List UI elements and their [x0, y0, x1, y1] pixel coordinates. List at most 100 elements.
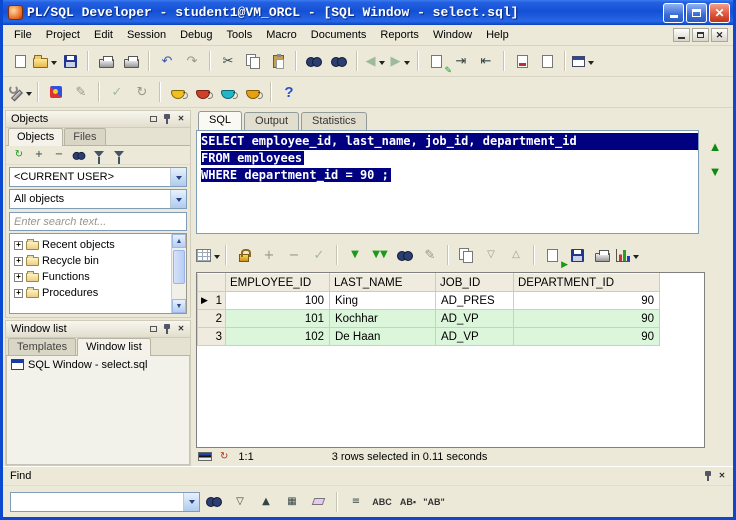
- mdi-close-button[interactable]: ✕: [711, 28, 728, 42]
- unindent-button[interactable]: ⇤: [474, 49, 498, 73]
- scrollbar-track[interactable]: [172, 248, 186, 299]
- cell-job-id[interactable]: AD_PRES: [435, 291, 514, 310]
- fetch-last-page-button[interactable]: ▼▼: [368, 243, 392, 267]
- cell-last-name[interactable]: De Haan: [329, 327, 436, 346]
- find-previous-button[interactable]: ▲: [254, 490, 278, 514]
- find-next-button[interactable]: ▽: [228, 490, 252, 514]
- insert-row-button[interactable]: +: [257, 243, 281, 267]
- find-in-results-button[interactable]: [393, 243, 417, 267]
- collapse-button[interactable]: −: [50, 147, 68, 163]
- connect-button[interactable]: [166, 80, 190, 104]
- row-selector-cell[interactable]: ▶ 1: [197, 291, 226, 310]
- disconnect-button[interactable]: [191, 80, 215, 104]
- dropdown-arrow-icon[interactable]: [183, 492, 199, 511]
- column-header-job-id[interactable]: JOB_ID: [435, 273, 514, 292]
- break-button[interactable]: [44, 80, 68, 104]
- table-row[interactable]: 2 101 Kochhar AD_VP 90: [197, 309, 660, 328]
- cell-department-id[interactable]: 90: [513, 327, 660, 346]
- print-results-button[interactable]: [590, 243, 614, 267]
- export-results-button[interactable]: ▶: [540, 243, 568, 269]
- sessions-button[interactable]: [216, 80, 240, 104]
- scroll-down-icon[interactable]: ▼: [172, 299, 186, 313]
- cell-last-name[interactable]: Kochhar: [329, 309, 436, 328]
- menu-debug[interactable]: Debug: [173, 27, 219, 43]
- tree-item-functions[interactable]: + Functions: [14, 269, 171, 285]
- grid-mode-button[interactable]: [196, 243, 220, 267]
- navigate-back-button[interactable]: ◀: [363, 49, 387, 73]
- table-row[interactable]: ▶ 1 100 King AD_PRES 90: [197, 291, 660, 310]
- tab-statistics[interactable]: Statistics: [301, 112, 368, 130]
- row-selector-cell[interactable]: 3: [197, 327, 226, 346]
- clear-marks-button[interactable]: [306, 490, 330, 514]
- close-panel-button[interactable]: ✕: [715, 470, 729, 483]
- document-button[interactable]: [535, 49, 559, 73]
- navigate-forward-button[interactable]: ▶: [388, 49, 412, 73]
- title-bar[interactable]: PL/SQL Developer - student1@VM_ORCL - [S…: [3, 0, 733, 25]
- sql-editor[interactable]: SELECT employee_id, last_name, job_id, d…: [196, 130, 699, 234]
- tree-item-recent-objects[interactable]: + Recent objects: [14, 237, 171, 253]
- minimize-button[interactable]: [663, 2, 684, 23]
- menu-file[interactable]: File: [7, 27, 39, 43]
- pin-panel-button[interactable]: [160, 323, 174, 336]
- find-next-button[interactable]: [327, 49, 351, 73]
- redo-button[interactable]: ↷: [180, 49, 204, 73]
- whole-word-option-button[interactable]: AB▪: [396, 490, 420, 514]
- copy-results-button[interactable]: [454, 243, 478, 267]
- tree-scrollbar[interactable]: ▲ ▼: [171, 234, 186, 313]
- rollback-button[interactable]: ↻: [130, 80, 154, 104]
- menu-project[interactable]: Project: [39, 27, 87, 43]
- post-changes-button[interactable]: ✓: [307, 243, 331, 267]
- processes-button[interactable]: [241, 80, 265, 104]
- fetch-next-page-button[interactable]: ▼: [343, 243, 367, 267]
- cell-department-id[interactable]: 90: [513, 309, 660, 328]
- cell-job-id[interactable]: AD_VP: [435, 309, 514, 328]
- find-button[interactable]: [202, 490, 226, 514]
- find-text-combo[interactable]: [10, 491, 200, 512]
- expander-icon[interactable]: +: [14, 288, 23, 298]
- lock-button[interactable]: [232, 243, 256, 267]
- open-button[interactable]: [33, 49, 57, 73]
- preferences-button[interactable]: [8, 80, 32, 104]
- macro-button[interactable]: ✎: [69, 80, 93, 104]
- previous-statement-icon[interactable]: ▲: [709, 140, 722, 153]
- window-list-item[interactable]: SQL Window - select.sql: [7, 356, 189, 373]
- save-results-button[interactable]: [565, 243, 589, 267]
- tree-item-recycle-bin[interactable]: + Recycle bin: [14, 253, 171, 269]
- row-selector-header[interactable]: [197, 273, 226, 292]
- float-panel-button[interactable]: [146, 323, 160, 336]
- cell-employee-id[interactable]: 102: [225, 327, 330, 346]
- sort-ascending-button[interactable]: ▽: [479, 243, 503, 267]
- menu-session[interactable]: Session: [120, 27, 173, 43]
- dropdown-arrow-icon[interactable]: [170, 168, 186, 186]
- scrollbar-thumb[interactable]: [173, 250, 185, 284]
- expand-button[interactable]: +: [30, 147, 48, 163]
- scroll-up-icon[interactable]: ▲: [172, 234, 186, 248]
- menu-help[interactable]: Help: [479, 27, 516, 43]
- help-button[interactable]: ?: [277, 80, 301, 104]
- new-window-button[interactable]: [571, 49, 595, 73]
- indent-button[interactable]: ⇥: [449, 49, 473, 73]
- menu-edit[interactable]: Edit: [87, 27, 120, 43]
- print-setup-button[interactable]: [119, 49, 143, 73]
- tab-templates[interactable]: Templates: [8, 338, 77, 355]
- tab-sql[interactable]: SQL: [198, 111, 243, 130]
- object-search-input[interactable]: [10, 213, 186, 230]
- report-button[interactable]: [510, 49, 534, 73]
- cell-last-name[interactable]: King: [329, 291, 436, 310]
- find-text-input[interactable]: [11, 492, 183, 511]
- cell-job-id[interactable]: AD_VP: [435, 327, 514, 346]
- expander-icon[interactable]: +: [14, 256, 23, 266]
- next-statement-icon[interactable]: ▼: [709, 165, 722, 178]
- cell-department-id[interactable]: 90: [513, 291, 660, 310]
- column-header-department-id[interactable]: DEPARTMENT_ID: [513, 273, 660, 292]
- paste-button[interactable]: [266, 49, 290, 73]
- cut-button[interactable]: ✂: [216, 49, 240, 73]
- column-header-last-name[interactable]: LAST_NAME: [329, 273, 436, 292]
- cell-employee-id[interactable]: 100: [225, 291, 330, 310]
- column-header-employee-id[interactable]: EMPLOYEE_ID: [225, 273, 330, 292]
- maximize-button[interactable]: [686, 2, 707, 23]
- filter-button[interactable]: [90, 147, 108, 164]
- cell-employee-id[interactable]: 101: [225, 309, 330, 328]
- commit-button[interactable]: ✓: [105, 80, 129, 104]
- close-panel-button[interactable]: ✕: [174, 323, 188, 336]
